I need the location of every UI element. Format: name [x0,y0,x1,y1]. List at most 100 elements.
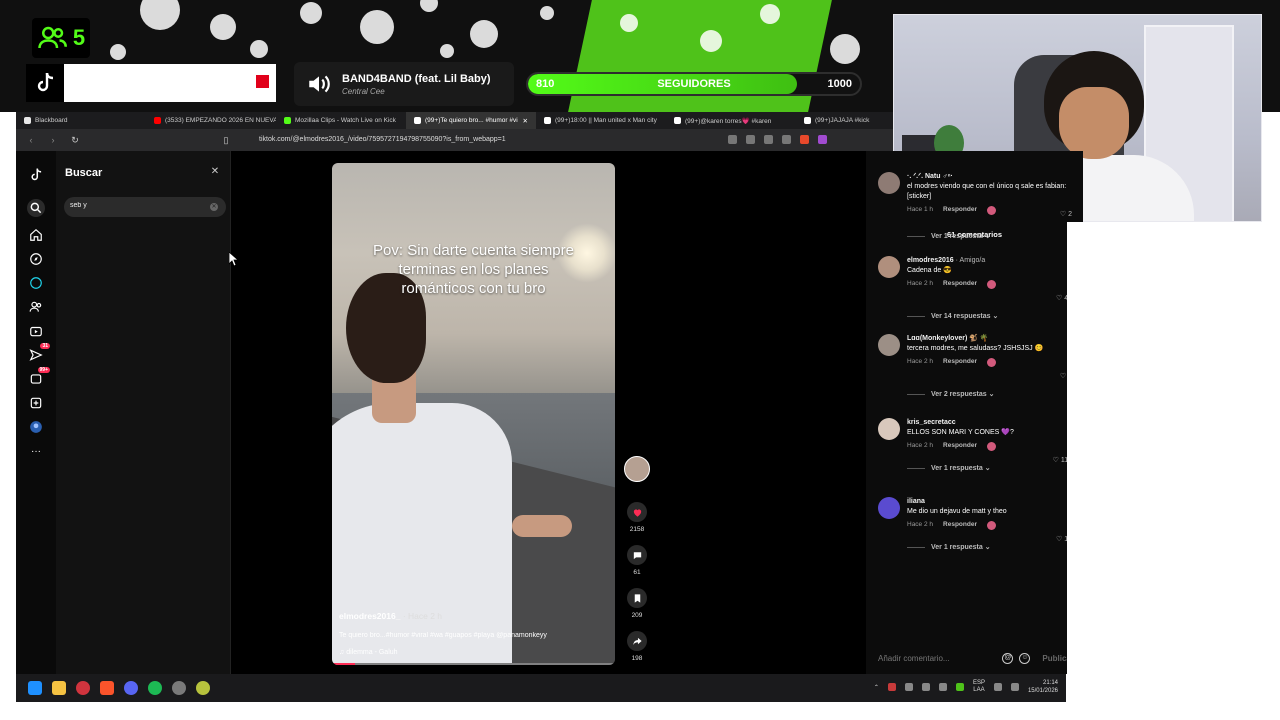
reply-button[interactable]: Responder [943,520,977,530]
nav-for-you[interactable] [28,227,44,243]
nav-following[interactable] [28,275,44,291]
brave-shield-icon[interactable] [800,135,809,144]
brave-rewards-icon[interactable] [818,135,827,144]
wifi-icon[interactable] [993,683,1002,691]
clock[interactable]: 21:14 15/01/2026 [1028,679,1058,695]
search-icon [30,202,42,214]
settings-icon[interactable] [172,681,186,695]
video-player[interactable]: Pov: Sin darte cuenta siempre terminas e… [332,163,615,665]
reply-button[interactable]: Responder [943,205,977,215]
language-indicator[interactable]: ESP LAA [973,680,985,694]
browser-tab[interactable]: (3533) EMPEZANDO 2026 EN NUEVA [146,112,276,129]
view-replies-button[interactable]: Ver 1 respuesta ⌄ [907,543,991,551]
nav-more[interactable]: ··· [28,443,44,459]
cast-icon[interactable] [746,135,755,144]
browser-tab[interactable]: Mozillaa Clips - Watch Live on Kick [276,112,406,129]
bookmark-icon[interactable]: ▯ [221,135,231,145]
comment-username[interactable]: elmodres2016 [907,257,954,264]
comment-input[interactable]: Añadir comentario... [878,654,950,663]
browser-tab[interactable]: (99+)18:00 || Man united x Man city [536,112,666,129]
view-replies-button[interactable]: Ver 1 respuesta ⌄ [907,464,991,472]
discord-icon[interactable] [124,681,138,695]
comment-user-line: iliana [907,497,1072,507]
comment-avatar[interactable] [878,256,900,278]
comment-meta: Hace 1 h Responder [907,205,1072,215]
heart-icon [633,508,641,517]
comment-avatar[interactable] [878,334,900,356]
nav-search[interactable] [27,199,45,217]
save-button[interactable] [627,588,647,608]
back-icon[interactable]: ‹ [26,135,36,145]
browser-tab[interactable]: (99+)Te quiero bro... #humor #vi ✕ [406,112,536,129]
like-button[interactable] [627,502,647,522]
record-indicator [256,75,269,88]
tab-close-icon[interactable]: ✕ [523,117,528,125]
file-explorer-icon[interactable] [52,681,66,695]
comment-username[interactable]: kris_secretacc [907,419,956,426]
browser-tab[interactable]: (99+)@karen torres💗 #karen [666,112,796,129]
tiktok-home-logo[interactable] [28,167,44,183]
nav-messages[interactable]: 31 [28,343,50,363]
follower-goal: 1000 [827,78,852,90]
comment-avatar[interactable] [878,497,900,519]
reply-button[interactable]: Responder [943,279,977,289]
comment-avatar[interactable] [878,172,900,194]
comment-meta: Hace 2 h Responder [907,357,1072,367]
author-avatar[interactable] [624,456,650,482]
view-replies-button[interactable]: Ver 1 respuesta ⌄ [907,232,991,240]
start-icon[interactable] [28,681,42,695]
comment-username[interactable]: ·. ᐟ.ᐟ. Natu ♂︎ⁿ· [907,173,953,180]
share-button[interactable] [627,631,647,651]
close-icon[interactable]: ✕ [209,166,221,178]
app-icon[interactable] [196,681,210,695]
nav-upload[interactable] [28,395,44,411]
comment-body: iliana Me dio un dejavu de matt y theo Ha… [907,497,1072,530]
comment-username[interactable]: iliana [907,498,925,505]
emoji-icon[interactable]: ☺ [1019,652,1031,664]
browser-tab[interactable]: (99+)JAJAJA #kick [796,112,893,129]
view-replies-button[interactable]: Ver 14 respuestas ⌄ [907,312,998,320]
opera-icon[interactable] [76,681,90,695]
view-replies-button[interactable]: Ver 2 respuestas ⌄ [907,390,994,398]
reply-button[interactable]: Responder [943,357,977,367]
follower-goal-label: SEGUIDORES [657,78,731,90]
nav-friends[interactable] [28,299,44,315]
video-sound[interactable]: ♫ dilemma - Galuh [339,649,398,656]
left-nav-rail: 31 99+ ··· [16,151,56,674]
tray-app-icon[interactable] [938,683,947,691]
spotify-icon[interactable] [148,681,162,695]
share-icon[interactable] [782,135,791,144]
forward-icon[interactable]: › [48,135,58,145]
search-input[interactable] [70,202,200,209]
tab-favicon-icon [284,117,291,124]
inbox-icon [30,374,42,384]
clear-search-icon[interactable]: ✕ [210,203,218,211]
reload-icon[interactable]: ↻ [70,135,80,145]
nav-live[interactable] [28,323,44,339]
comment-text: Cadena de 😎 [907,267,952,274]
live-tv-icon [30,326,42,337]
reply-button[interactable]: Responder [943,441,977,451]
tray-app-icon[interactable] [955,683,964,691]
tray-app-icon[interactable] [887,683,896,691]
tray-app-icon[interactable] [921,683,930,691]
nav-explore[interactable] [28,251,44,267]
video-author[interactable]: elmodres2016_ [339,611,400,621]
video-progress-bar[interactable] [332,663,615,665]
comment-button[interactable] [627,545,647,565]
chevron-up-icon[interactable]: ⌃ [874,684,879,691]
comment-like[interactable]: ♡ 2 [1060,210,1072,218]
mention-icon[interactable]: @ [1002,652,1014,664]
brave-icon[interactable] [100,681,114,695]
viewer-count: 5 [72,25,86,50]
nav-activity[interactable]: 99+ [28,367,50,387]
tray-app-icon[interactable] [904,683,913,691]
comment-avatar[interactable] [878,418,900,440]
nav-profile[interactable] [28,419,44,435]
volume-icon[interactable] [1010,683,1019,691]
browser-tab[interactable]: Blackboard [16,112,146,129]
comment-username[interactable]: Lɑɑ(Monkeylover) 🐒 🌴 [907,335,989,342]
translate-icon[interactable] [764,135,773,144]
url-field[interactable]: tiktok.com/@elmodres2016_/video/75957271… [259,136,506,143]
reader-icon[interactable] [728,135,737,144]
